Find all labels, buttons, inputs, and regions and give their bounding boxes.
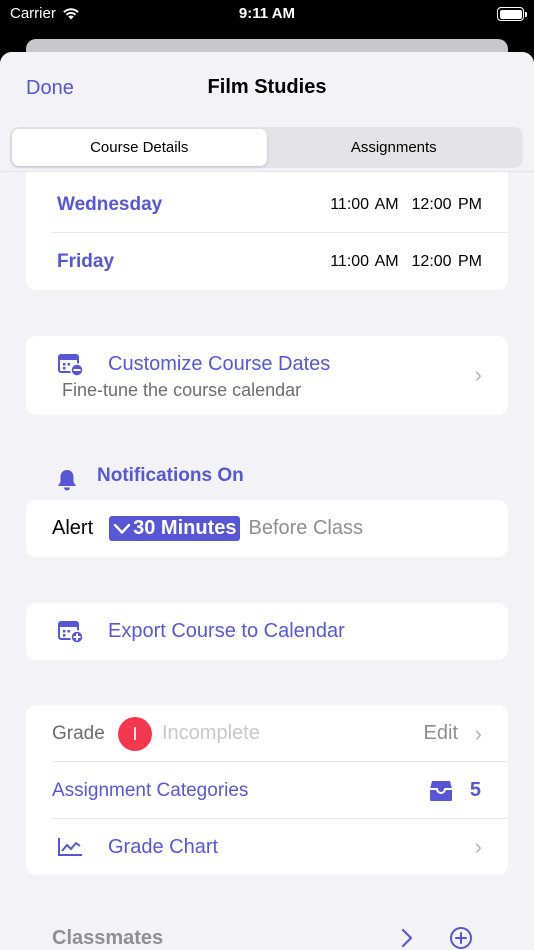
battery-icon [497, 7, 527, 21]
grade-row[interactable]: Grade I Incomplete Edit › [26, 705, 508, 762]
status-bar: Carrier 9:11 AM [0, 0, 534, 30]
alert-suffix: Before Class [248, 517, 363, 539]
grade-value: Incomplete [162, 722, 260, 744]
schedule-row-friday[interactable]: Friday 11:00 AM 12:00 PM [26, 233, 508, 290]
calendar-minus-icon [58, 354, 84, 377]
schedule-row-wednesday[interactable]: Wednesday 11:00 AM 12:00 PM [26, 176, 508, 233]
customize-dates-row[interactable]: Customize Course Dates Fine-tune the cou… [26, 336, 508, 415]
chevron-right-icon: › [474, 362, 482, 387]
grade-badge: I [118, 717, 152, 751]
navigation-header: Done Film Studies Course Details Assignm… [0, 52, 534, 172]
grade-label: Grade [52, 722, 105, 744]
categories-label: Assignment Categories [52, 779, 249, 801]
customize-title: Customize Course Dates [108, 353, 331, 375]
assignment-categories-row[interactable]: Assignment Categories 5 [26, 762, 508, 819]
course-sheet: Done Film Studies Course Details Assignm… [0, 52, 534, 950]
export-label: Export Course to Calendar [108, 620, 345, 642]
segmented-control: Course Details Assignments [10, 127, 523, 168]
grade-chart-row[interactable]: Grade Chart › [26, 819, 508, 875]
tab-course-details[interactable]: Course Details [12, 129, 267, 166]
notifications-label[interactable]: Notifications On [97, 465, 244, 487]
grade-chart-label: Grade Chart [108, 835, 219, 858]
alert-time-dropdown[interactable]: 30 Minutes [109, 516, 241, 541]
categories-count: 5 [469, 779, 481, 801]
alert-row: Alert 30 Minutes Before Class [26, 500, 508, 557]
day-label: Friday [57, 250, 115, 272]
chevron-down-icon [113, 523, 131, 534]
classmates-label: Classmates [52, 927, 164, 949]
grade-card: Grade I Incomplete Edit › Assignment Cat… [26, 705, 508, 875]
chevron-right-icon: › [474, 834, 482, 859]
line-chart-icon [58, 838, 82, 856]
bell-icon [58, 470, 76, 491]
export-calendar-row[interactable]: Export Course to Calendar [26, 603, 508, 660]
alert-label: Alert [52, 517, 94, 539]
day-label: Wednesday [57, 193, 163, 215]
alert-time-value: 30 Minutes [133, 517, 237, 539]
time-range: 11:00 AM 12:00 PM [330, 195, 482, 213]
edit-grade-label: Edit [423, 722, 458, 744]
status-time: 9:11 AM [238, 5, 296, 22]
add-circle-icon[interactable] [449, 926, 473, 950]
page-title: Film Studies [207, 76, 327, 98]
time-range: 11:00 AM 12:00 PM [330, 252, 482, 270]
chevron-right-icon[interactable] [400, 928, 414, 948]
tab-assignments[interactable]: Assignments [267, 129, 522, 166]
chevron-right-icon: › [474, 720, 482, 746]
tray-icon [430, 780, 452, 801]
customize-subtitle: Fine-tune the course calendar [62, 380, 302, 400]
calendar-plus-icon [58, 621, 84, 644]
